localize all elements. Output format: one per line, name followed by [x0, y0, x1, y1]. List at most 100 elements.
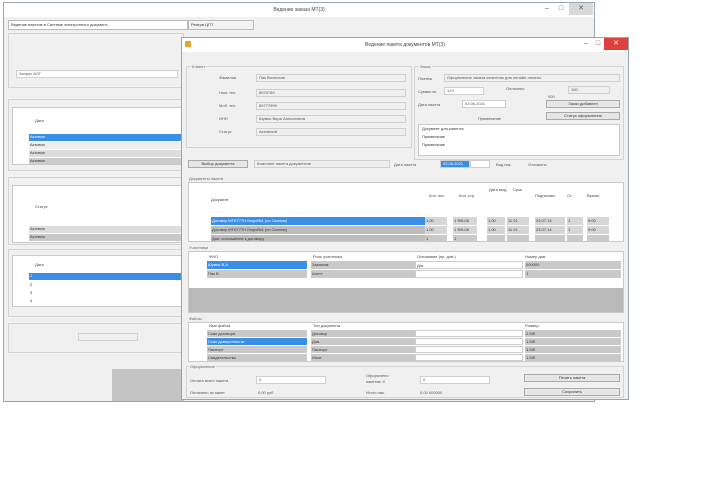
list-item-label: Активно [30, 234, 46, 239]
package-type-label: Вид пак. [496, 162, 512, 167]
select-document-button[interactable]: Выбор документа [188, 160, 248, 168]
file-cell: Свидетельство [207, 354, 307, 361]
client-field[interactable]: 89777999 [256, 102, 406, 110]
total-payment-field[interactable]: 0 [256, 376, 326, 384]
back-list3[interactable]: Дата 1 2 3 4 [12, 255, 184, 307]
client-field-value: 8978789 [259, 90, 275, 95]
maximize-icon[interactable]: □ [556, 3, 566, 15]
list-item[interactable]: Активно [29, 142, 183, 149]
list-item[interactable]: Активно [29, 158, 183, 164]
files-grid[interactable]: Имя файла Тип документа Размер Скан дого… [188, 322, 624, 362]
payment-field-value: Оформление заказа клиентом для онлайн-оп… [447, 75, 542, 80]
document-value-cell [507, 235, 529, 241]
files-header-col: Размер [525, 323, 539, 328]
list-item[interactable]: Активно [29, 234, 183, 241]
table-row[interactable]: Скан доверенности Дов. 1 Мб [189, 338, 623, 345]
completed-field[interactable]: 0 [420, 376, 490, 384]
sum-field-value: 123 [447, 88, 454, 93]
maximize-icon[interactable]: □ [592, 38, 604, 50]
table-row[interactable]: Паспорт Паспорт 3 Мб [189, 346, 623, 353]
participants-header-col: Номер дов. [525, 254, 547, 259]
close-icon[interactable]: ✕ [569, 3, 593, 15]
documents-grid[interactable]: Документ Кол. экз. Кол. стр. Дата выд. С… [188, 182, 624, 242]
back-combo-value: Запрос БЛГ [19, 71, 41, 76]
participants-grid[interactable]: ФИО Роль участника Основание (пр. дов.) … [188, 251, 624, 313]
table-row[interactable]: Договор МТКТ77Н Бюро№1 (со Сканом) 1.00 1 … [199, 217, 623, 225]
package-date-field[interactable]: 03.06.2021 [462, 100, 506, 108]
save-button[interactable]: Сохранить [524, 388, 620, 396]
print-package-button[interactable]: Печать пакета [524, 374, 620, 382]
minimize-icon[interactable]: – [580, 38, 592, 50]
list-item[interactable]: 4 [29, 298, 183, 305]
file-cell: Договор [311, 330, 415, 337]
tab-reserve[interactable]: Резерв ЦГП [188, 20, 254, 30]
list-item[interactable]: 1 [29, 273, 183, 280]
file-cell: Дов. [311, 338, 415, 345]
list-item[interactable]: 2 [29, 282, 183, 289]
package-kit-field[interactable]: Комплект пакета документов [254, 160, 390, 168]
participant-cell: Дог. [415, 261, 523, 269]
client-label: Моб. тел. [219, 103, 237, 108]
client-field[interactable]: 8978789 [256, 89, 406, 97]
minimize-icon[interactable]: – [542, 3, 552, 15]
payment-field[interactable]: Оформление заказа клиентом для онлайн-оп… [444, 74, 620, 82]
footer-group-label: Оформление [189, 364, 216, 369]
list-item[interactable]: 3 [29, 290, 183, 297]
table-row[interactable]: Доп. соглашение к договору 1 1 [199, 235, 623, 241]
participant-cell [415, 270, 523, 278]
back-list1[interactable]: Дата Активно Активно Активно Активно [12, 107, 184, 165]
close-icon[interactable]: ✕ [604, 38, 628, 50]
document-value-cell: 9:00 [587, 226, 609, 234]
table-row[interactable]: Скан договора Договор 2 Мб [189, 330, 623, 337]
table-row[interactable]: Свидетельство Иное 1 Мб [189, 354, 623, 361]
list-item-label: Активно [30, 226, 46, 231]
document-value-cell: 1.00 [425, 226, 447, 234]
status-button[interactable]: Статус оформления [546, 112, 620, 120]
document-value-cell: 1 [453, 235, 477, 241]
table-row[interactable]: Шумко В.А. Заказчик Дог. 000000 [189, 261, 623, 269]
participant-cell: 1 [525, 270, 621, 278]
documents-header-doc: Документ [211, 197, 229, 202]
list-item[interactable]: Активно [29, 150, 183, 157]
list-item[interactable]: Активно [29, 226, 183, 233]
order-notes[interactable]: Документ для клиента Примечание Примечан… [418, 124, 620, 156]
tab-documents[interactable]: Ведение пакетов в Системе электронного д… [8, 20, 188, 30]
files-group-label: Файлы [188, 316, 203, 321]
filter-date-field[interactable]: 03.06.2021 [440, 160, 470, 168]
sum-field[interactable]: 123 [444, 87, 484, 95]
back-list3-header: Дата [35, 262, 44, 267]
paid-package-value: 0.00 руб [258, 390, 274, 395]
document-value-cell: 1 ФВ-08 [453, 217, 477, 225]
client-field[interactable]: Пак Вячеслав [256, 74, 406, 82]
list-item-label: 2 [30, 282, 33, 287]
client-field[interactable]: Активный [256, 128, 406, 136]
documents-header-col: Подписано [535, 193, 556, 198]
participant-cell: Заказчик [311, 261, 415, 269]
list-item[interactable]: Активно [29, 134, 183, 141]
table-row[interactable]: Договор МТКТ77Н Бюро№1 (со Сканом) 1.00 1 … [199, 226, 623, 234]
client-label: ИНН [219, 116, 228, 121]
filter-extra-field[interactable] [470, 160, 490, 168]
table-row[interactable]: Пак В. Агент 1 [189, 270, 623, 278]
list-item-label: 4 [30, 298, 33, 303]
package-total-value: 0.00 000000 [420, 390, 443, 395]
back-bottom-field[interactable] [78, 333, 138, 341]
package-kit-value: Комплект пакета документов [257, 161, 311, 166]
order-added-button[interactable]: Заказ добавлен [546, 100, 620, 108]
document-value-cell: 1 [567, 217, 583, 225]
paid-field[interactable]: 100 [568, 86, 610, 94]
file-cell: Паспорт [311, 346, 415, 353]
client-field-value: Активный [259, 129, 277, 134]
document-value-cell [535, 235, 565, 241]
document-name-cell: Договор МТКТ77Н Бюро№1 (со Сканом) [211, 226, 431, 234]
file-cell: Скан доверенности [207, 338, 307, 345]
back-list2[interactable]: Статус Активно Активно [12, 185, 184, 243]
client-field-value: Пак Вячеслав [259, 75, 285, 80]
paid-package-label: Оплачено за пакет [190, 390, 225, 395]
client-field[interactable]: Шумко Вера Алексеевна [256, 115, 406, 123]
back-combo[interactable]: Запрос БЛГ [16, 70, 178, 78]
note-label: Примечание [478, 116, 502, 121]
document-value-cell: 9:00 [587, 217, 609, 225]
document-value-cell: 1 ФВ-08 [453, 226, 477, 234]
file-cell: Иное [311, 354, 415, 361]
